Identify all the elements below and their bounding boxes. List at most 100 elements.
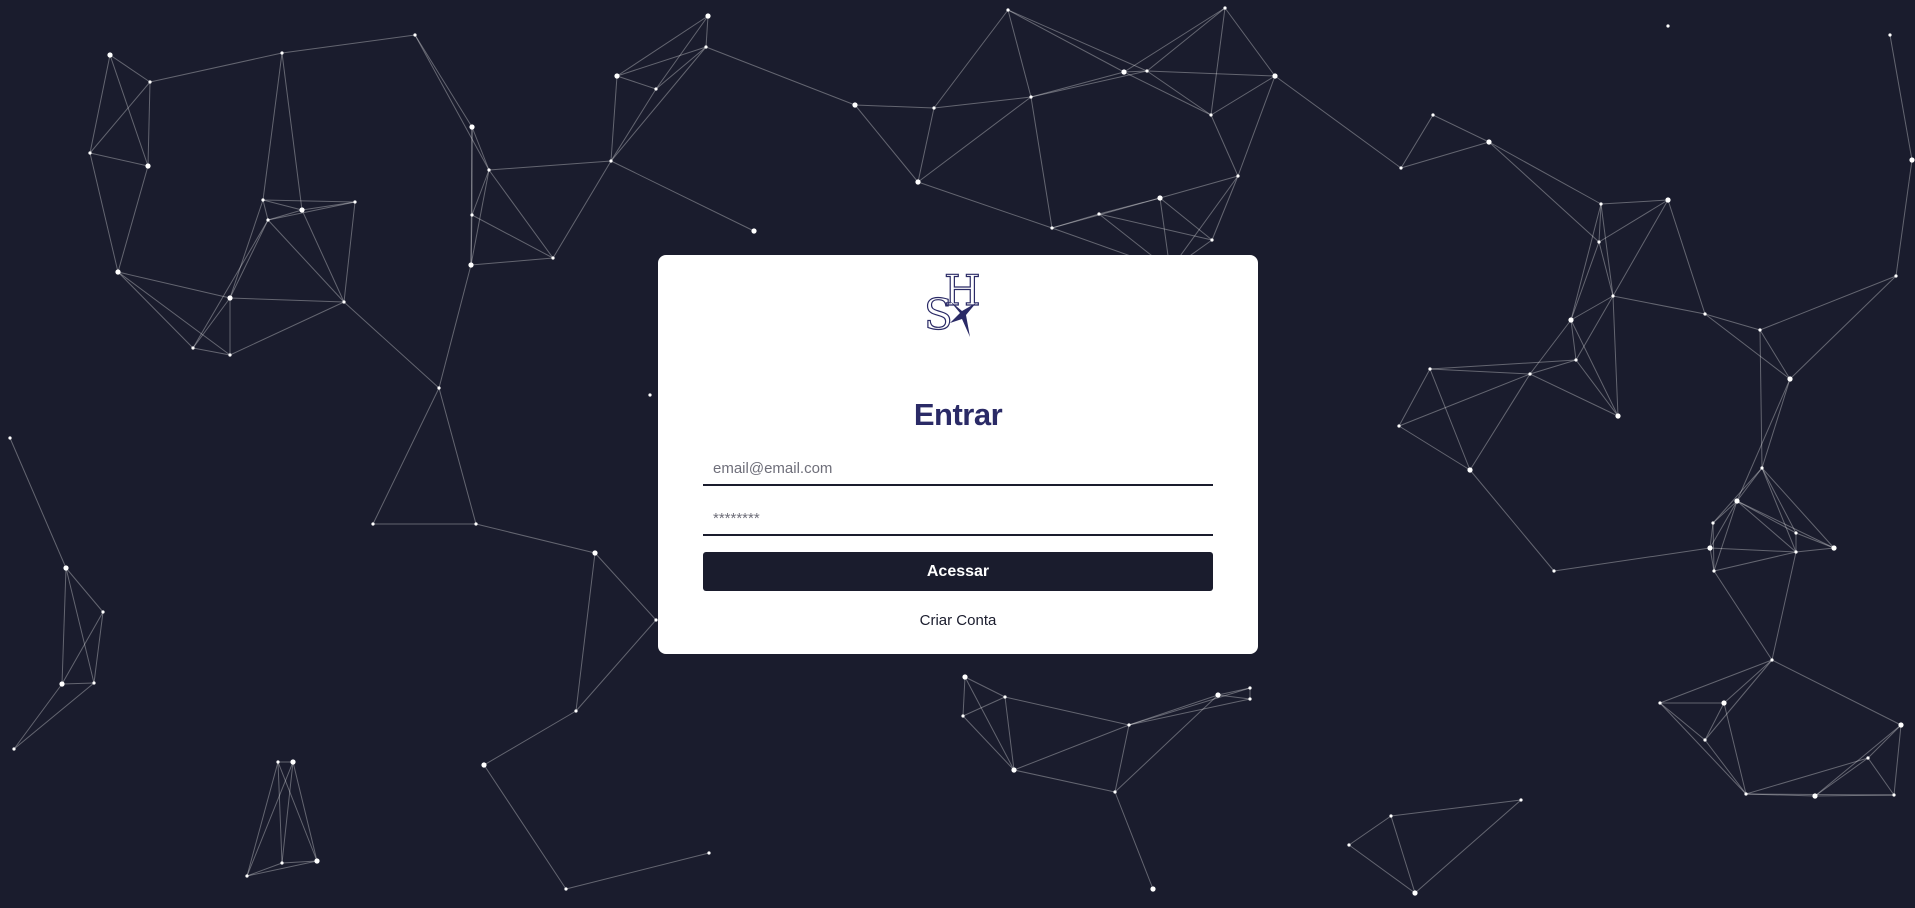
network-edge	[610, 160, 755, 232]
network-edge	[475, 523, 596, 554]
network-node	[1347, 843, 1351, 847]
network-node	[1003, 695, 1007, 699]
network-edge	[1348, 815, 1392, 846]
network-node	[1145, 69, 1149, 73]
network-edge	[488, 160, 612, 171]
network-edge	[1004, 696, 1015, 771]
network-edge	[1889, 34, 1913, 161]
network-edge	[1553, 547, 1711, 572]
network-node	[962, 674, 968, 680]
network-edge	[109, 54, 149, 167]
network-node	[1597, 240, 1601, 244]
login-button[interactable]: Acessar	[703, 552, 1213, 591]
email-input[interactable]	[703, 452, 1213, 486]
network-node	[1703, 312, 1707, 316]
network-edge	[1736, 378, 1791, 502]
network-edge	[1570, 241, 1600, 321]
network-edge	[1723, 702, 1747, 795]
network-node	[299, 207, 305, 213]
network-edge	[1398, 425, 1471, 471]
network-edge	[705, 46, 856, 106]
network-edge	[471, 126, 490, 171]
network-node	[280, 861, 284, 865]
network-node	[276, 760, 280, 764]
network-node	[468, 262, 474, 268]
network-node	[1898, 722, 1904, 728]
network-edge	[1598, 241, 1614, 297]
network-node	[470, 213, 474, 217]
network-edge	[483, 764, 567, 890]
network-node	[1611, 294, 1615, 298]
network-edge	[89, 152, 149, 167]
network-edge	[61, 567, 67, 685]
network-node	[1552, 569, 1556, 573]
network-edge	[1146, 7, 1226, 72]
network-edge	[1713, 551, 1797, 572]
network-edge	[1007, 9, 1148, 72]
network-edge	[964, 676, 1015, 771]
network-edge	[1398, 373, 1531, 427]
network-node	[1486, 139, 1492, 145]
network-node	[1770, 658, 1774, 662]
network-node	[266, 218, 270, 222]
network-edge	[610, 46, 707, 162]
network-node	[59, 681, 65, 687]
network-edge	[1274, 75, 1402, 169]
network-edge	[1123, 7, 1226, 73]
network-edge	[1704, 659, 1773, 741]
network-edge	[192, 297, 231, 349]
network-node	[961, 714, 965, 718]
network-edge	[575, 552, 596, 712]
network-node	[1712, 569, 1716, 573]
network-node	[1665, 197, 1671, 203]
network-edge	[1146, 70, 1212, 116]
network-edge	[343, 201, 356, 303]
network-edge	[229, 301, 345, 356]
network-node	[1711, 521, 1715, 525]
network-edge	[1128, 698, 1251, 726]
network-node	[609, 159, 613, 163]
network-edge	[1600, 203, 1614, 297]
network-edge	[61, 682, 95, 685]
network-node	[1519, 798, 1523, 802]
network-node	[1248, 697, 1252, 701]
network-node	[1389, 814, 1393, 818]
network-edge	[1146, 70, 1276, 77]
network-node	[1658, 701, 1662, 705]
network-node	[1888, 33, 1892, 37]
network-edge	[610, 88, 657, 162]
network-edge	[854, 104, 919, 183]
network-edge	[262, 199, 356, 203]
create-account-link[interactable]: Criar Conta	[658, 612, 1258, 629]
network-node	[1760, 466, 1764, 470]
network-node	[1121, 69, 1127, 75]
network-node	[648, 393, 652, 397]
network-edge	[301, 201, 356, 211]
network-edge	[372, 387, 440, 525]
network-node	[1866, 756, 1870, 760]
network-edge	[1210, 114, 1239, 177]
network-edge	[1570, 295, 1614, 321]
network-node	[1157, 195, 1163, 201]
network-node	[88, 151, 92, 155]
network-edge	[262, 199, 269, 221]
network-node	[12, 747, 16, 751]
network-edge	[89, 152, 119, 273]
network-edge	[246, 761, 294, 877]
network-node	[474, 522, 478, 526]
network-node	[932, 106, 936, 110]
network-edge	[1761, 467, 1797, 553]
network-edge	[89, 81, 151, 154]
network-edge	[1390, 815, 1416, 894]
network-edge	[1759, 329, 1791, 380]
network-node	[1787, 376, 1793, 382]
network-edge	[1007, 9, 1032, 98]
password-input[interactable]	[703, 502, 1213, 536]
network-edge	[616, 15, 709, 77]
network-edge	[1759, 275, 1897, 331]
network-node	[437, 386, 441, 390]
network-edge	[1598, 199, 1669, 243]
network-edge	[552, 160, 612, 259]
network-node	[1812, 793, 1818, 799]
network-edge	[610, 75, 618, 162]
